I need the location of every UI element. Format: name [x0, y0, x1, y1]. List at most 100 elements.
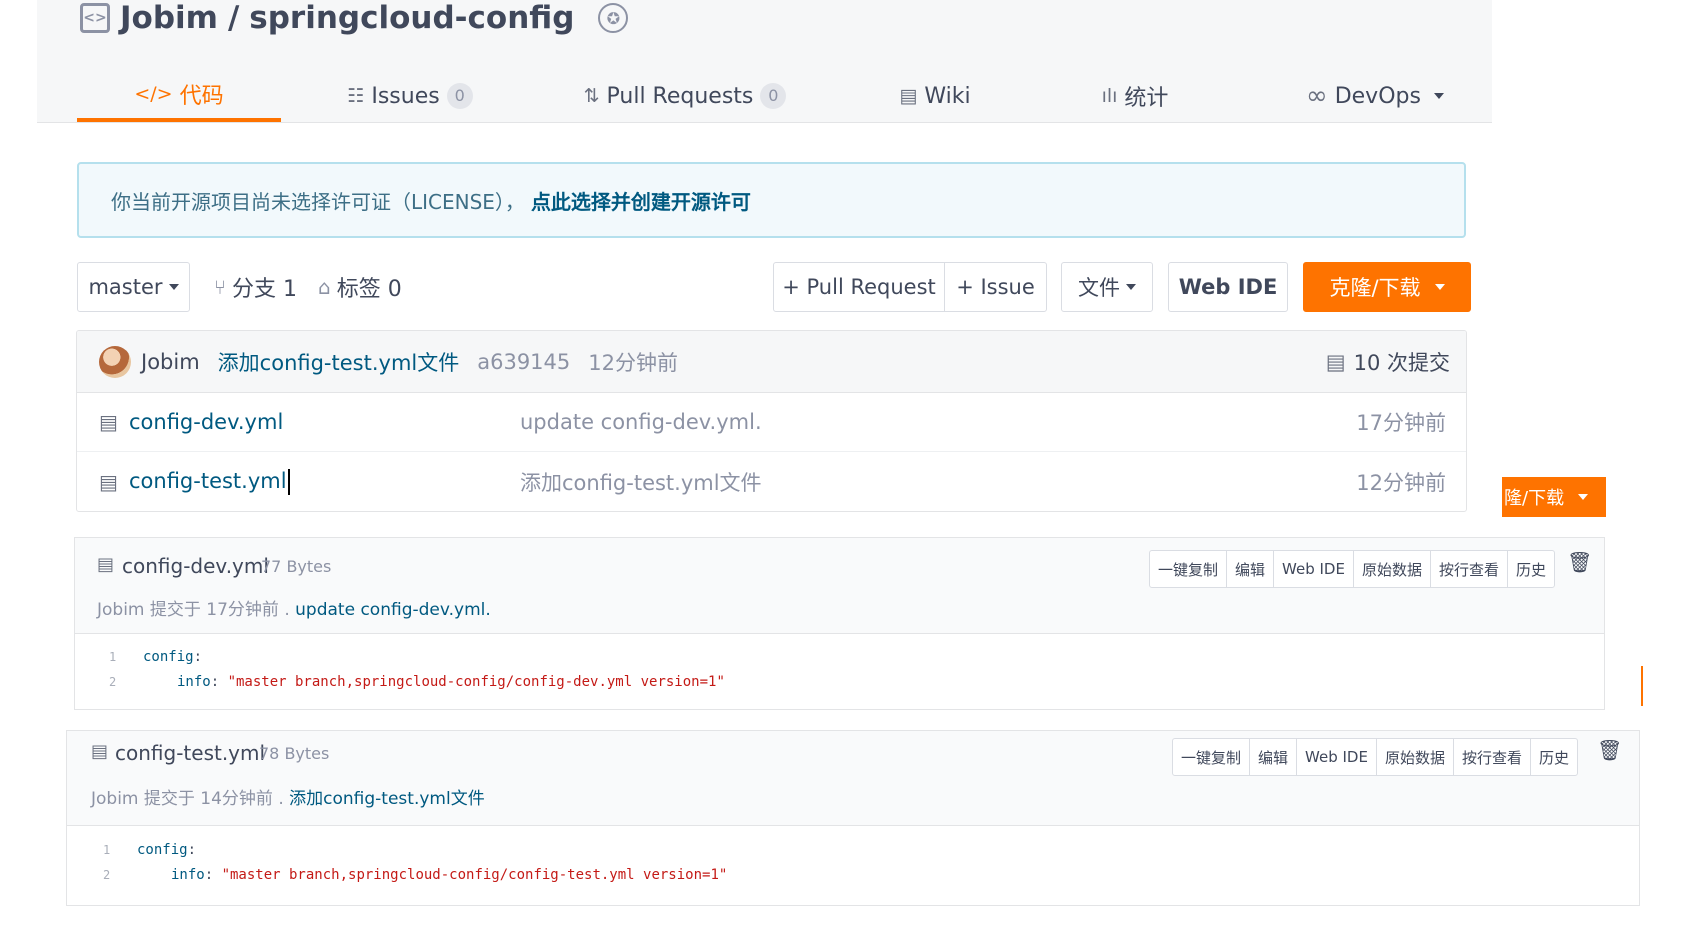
panel-file-size: 77 Bytes [261, 557, 332, 576]
panel-file-size: 78 Bytes [259, 744, 330, 763]
avatar[interactable] [99, 345, 131, 378]
panel-commit-message-link[interactable]: 添加config-test.yml文件 [289, 789, 485, 809]
file-preview-panel: ▤ config-dev.yml 77 Bytes Jobim 提交于 17分钟… [74, 537, 1605, 710]
tab-issues-label: Issues [371, 83, 440, 109]
file-icon: ▤ [91, 741, 109, 762]
stats-icon: ılı [1101, 85, 1118, 107]
repo-owner[interactable]: Jobim [120, 0, 218, 36]
file-commit-link[interactable]: update config-dev.yml. [520, 410, 762, 434]
web-ide-button[interactable]: Web IDE [1274, 551, 1354, 587]
raw-button[interactable]: 原始数据 [1377, 739, 1454, 775]
file-time: 17分钟前 [1356, 411, 1446, 435]
trash-icon[interactable]: 🗑 [1597, 738, 1622, 762]
yaml-sep: : [193, 648, 203, 665]
clone-download-partial-label: 隆/下载 [1504, 488, 1565, 509]
new-pull-request-label: + Pull Request [782, 275, 936, 299]
issues-count-badge: 0 [446, 83, 473, 109]
raw-button[interactable]: 原始数据 [1354, 551, 1431, 587]
file-time: 12分钟前 [1356, 470, 1446, 495]
clone-download-button-partial[interactable]: 隆/下载 [1502, 477, 1606, 517]
web-ide-button[interactable]: Web IDE [1168, 262, 1288, 312]
orange-divider [1641, 666, 1643, 706]
file-actions-group: 一键复制 编辑 Web IDE 原始数据 按行查看 历史 [1149, 550, 1556, 588]
tab-pull-requests[interactable]: ⇅ Pull Requests 0 [580, 70, 790, 122]
edit-button[interactable]: 编辑 [1227, 551, 1275, 587]
file-commit-link[interactable]: 添加config-test.yml文件 [520, 467, 762, 497]
yaml-key: config [143, 648, 194, 665]
panel-file-name[interactable]: config-dev.yml [122, 554, 269, 578]
new-issue-button[interactable]: + Issue [944, 262, 1047, 312]
tab-issues[interactable]: ☷ Issues 0 [340, 70, 480, 122]
tags-label: 标签 0 [336, 277, 402, 302]
commit-hash[interactable]: a639145 [477, 350, 570, 374]
code-repo-icon: <> [80, 3, 110, 33]
code-block: 1 config: 2 info: "master branch,springc… [109, 644, 725, 694]
copy-button[interactable]: 一键复制 [1173, 739, 1251, 775]
tab-code[interactable]: </> 代码 [77, 70, 281, 122]
blame-button[interactable]: 按行查看 [1454, 739, 1531, 775]
code-line: 1 config: [109, 644, 725, 669]
license-notice-text: 你当前开源项目尚未选择许可证（LICENSE）， [111, 189, 525, 214]
tab-stats-label: 统计 [1124, 86, 1169, 111]
panel-file-name[interactable]: config-test.yml [115, 741, 265, 765]
branches-label: 分支 1 [232, 277, 297, 302]
text-cursor [287, 468, 290, 495]
blame-button[interactable]: 按行查看 [1431, 551, 1508, 587]
commit-message-link[interactable]: 添加config-test.yml文件 [218, 347, 460, 377]
file-table: Jobim 添加config-test.yml文件 a639145 12分钟前 … [76, 330, 1467, 512]
repo-title: <> Jobim / springcloud-config ✪ [80, 0, 629, 36]
tab-devops[interactable]: ∞ DevOps [1300, 70, 1450, 122]
file-name-link[interactable]: config-test.yml [129, 468, 290, 495]
file-menu-button[interactable]: 文件 [1061, 262, 1153, 312]
web-ide-button[interactable]: Web IDE [1297, 739, 1377, 775]
pull-requests-count-badge: 0 [760, 83, 787, 109]
panel-commit-info: Jobim 提交于 14分钟前 . 添加config-test.yml文件 [91, 784, 485, 809]
branch-select-label: master [88, 275, 163, 299]
history-button[interactable]: 历史 [1508, 551, 1554, 587]
panel-commit-info: Jobim 提交于 17分钟前 . update config-dev.yml. [97, 595, 491, 620]
tab-wiki-label: Wiki [924, 83, 971, 109]
copy-button[interactable]: 一键复制 [1150, 551, 1228, 587]
commit-time: 12分钟前 [588, 350, 679, 375]
file-name-link[interactable]: config-dev.yml [129, 410, 283, 434]
commit-author[interactable]: Jobim [141, 350, 200, 374]
edit-button[interactable]: 编辑 [1250, 739, 1298, 775]
recommend-badge-icon[interactable]: ✪ [598, 3, 629, 33]
clone-download-button[interactable]: 克隆/下载 [1303, 262, 1471, 312]
chevron-down-icon [1433, 93, 1444, 99]
yaml-sep: : [210, 673, 228, 690]
latest-commit-row: Jobim 添加config-test.yml文件 a639145 12分钟前 … [77, 331, 1466, 393]
issues-icon: ☷ [347, 85, 365, 107]
file-icon: ▤ [99, 410, 118, 434]
repo-separator: / [227, 0, 240, 36]
file-actions-group: 一键复制 编辑 Web IDE 原始数据 按行查看 历史 [1172, 738, 1579, 776]
tab-wiki[interactable]: ▤ Wiki [890, 70, 980, 122]
branches-link[interactable]: ⑂ 分支 1 [214, 262, 297, 312]
code-icon: </> [134, 83, 173, 105]
repo-name[interactable]: springcloud-config [249, 0, 574, 36]
tab-pull-requests-label: Pull Requests [606, 83, 754, 109]
create-license-link[interactable]: 点此选择并创建开源许可 [531, 186, 751, 215]
pull-request-icon: ⇅ [583, 85, 600, 107]
chevron-down-icon [1578, 494, 1589, 500]
branch-select[interactable]: master [77, 262, 190, 312]
branch-icon: ⑂ [214, 275, 226, 299]
yaml-sep: : [204, 866, 222, 883]
file-preview-panel: ▤ config-test.yml 78 Bytes Jobim 提交于 14分… [66, 730, 1640, 906]
trash-icon[interactable]: 🗑 [1567, 550, 1592, 574]
yaml-key: config [137, 841, 188, 858]
tab-devops-label: DevOps [1334, 83, 1421, 109]
tab-stats[interactable]: ılı 统计 [1090, 70, 1180, 122]
new-pull-request-button[interactable]: + Pull Request [773, 262, 945, 312]
commits-icon: ▤ [1325, 349, 1346, 374]
file-name-text: config-test.yml [129, 468, 287, 493]
code-line: 2 info: "master branch,springcloud-confi… [109, 669, 725, 694]
history-button[interactable]: 历史 [1531, 739, 1577, 775]
tab-code-label: 代码 [179, 84, 224, 109]
panel-header: ▤ config-test.yml 78 Bytes Jobim 提交于 14分… [67, 731, 1639, 826]
chevron-down-icon [1126, 284, 1136, 290]
tags-link[interactable]: ⌂ 标签 0 [318, 262, 402, 312]
panel-commit-message-link[interactable]: update config-dev.yml. [295, 600, 491, 620]
commit-count-link[interactable]: ▤ 10 次提交 [1326, 347, 1450, 377]
panel-commit-prefix: Jobim 提交于 17分钟前 . [97, 600, 290, 620]
